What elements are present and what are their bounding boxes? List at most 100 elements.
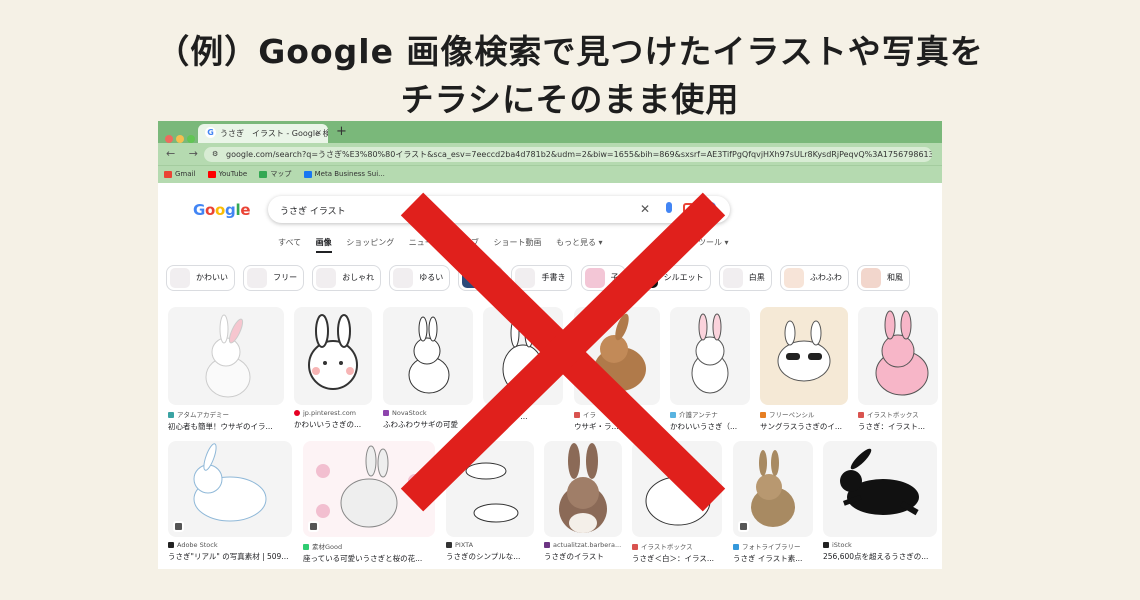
result-source[interactable]: PIXTA <box>446 541 534 549</box>
image-result[interactable]: 介護アンテナ かわいいうさぎ（... <box>670 307 750 432</box>
tab-short-videos[interactable]: ショート動画 <box>493 238 541 247</box>
chip-fluffy[interactable]: ふわふわ <box>779 265 849 291</box>
bookmark-gmail[interactable]: Gmail <box>164 170 195 178</box>
image-result[interactable]: NovaStock ふわふわウサギの可愛 <box>383 307 473 430</box>
chip-5[interactable]: い <box>458 265 504 291</box>
result-source[interactable]: iStock <box>823 541 937 549</box>
tab-images[interactable]: 画像 <box>315 238 332 253</box>
image-result[interactable]: iStock 256,600点を超えるうさぎの... <box>823 441 937 562</box>
result-caption[interactable]: うさぎ：イラスト... <box>858 421 938 432</box>
result-thumbnail[interactable] <box>760 307 848 405</box>
result-thumbnail[interactable] <box>670 307 750 405</box>
image-result[interactable]: イラストボックス うさぎ：イラスト... <box>858 307 938 432</box>
result-thumbnail[interactable] <box>632 441 722 537</box>
result-thumbnail[interactable] <box>574 307 660 405</box>
image-result[interactable]: PIXTA うさぎのシンプルな... <box>446 441 534 562</box>
result-source[interactable]: NovaStock <box>383 409 473 417</box>
image-result[interactable]: イラ ウサギ・ラ... <box>574 307 660 432</box>
chip-black-white[interactable]: 白黒 <box>718 265 772 291</box>
result-source[interactable]: 介護アンテナ <box>670 409 750 419</box>
result-caption[interactable]: うさぎのシンプルな... <box>446 551 534 562</box>
chip-loose[interactable]: ゆるい <box>389 265 451 291</box>
result-source[interactable]: フリーペンシル <box>760 409 848 419</box>
tab-web[interactable]: ウェブ <box>455 238 479 247</box>
search-input[interactable]: うさぎ イラスト ✕ <box>268 196 730 223</box>
result-thumbnail[interactable] <box>858 307 938 405</box>
source-favicon-icon <box>733 544 739 550</box>
bookmark-meta-business[interactable]: Meta Business Sui... <box>303 170 385 178</box>
google-lens-icon[interactable] <box>683 203 694 214</box>
tools-button[interactable]: ツール ▾ <box>698 237 729 248</box>
new-tab-button[interactable]: + <box>336 124 347 139</box>
result-source[interactable]: フォトライブラリー <box>733 541 813 551</box>
result-caption[interactable]: うさぎ＜白＞：イラス... <box>632 553 722 564</box>
bookmark-maps[interactable]: マップ <box>259 170 291 178</box>
result-thumbnail[interactable] <box>733 441 813 537</box>
result-caption[interactable]: かわいいうさぎの... <box>294 419 372 430</box>
bookmark-youtube[interactable]: YouTube <box>207 170 247 178</box>
result-thumbnail[interactable] <box>383 307 473 405</box>
chip-free[interactable]: フリー <box>243 265 305 291</box>
result-source[interactable]: イラ <box>574 409 660 419</box>
chip-7[interactable]: 子 <box>580 265 626 291</box>
chip-cute[interactable]: かわいい <box>166 265 235 291</box>
image-result[interactable]: イラストボックス うさぎ＜白＞：イラス... <box>632 441 722 564</box>
chip-silhouette[interactable]: シルエット <box>633 265 711 291</box>
result-caption[interactable]: のイラスト... <box>483 411 563 422</box>
result-thumbnail[interactable] <box>823 441 937 537</box>
image-result[interactable]: jp.pinterest.com かわいいうさぎの... <box>294 307 372 430</box>
result-thumbnail[interactable] <box>544 441 622 537</box>
result-thumbnail[interactable] <box>168 441 292 537</box>
result-source[interactable]: jp.pinterest.com <box>294 409 372 417</box>
search-icon[interactable] <box>706 202 716 212</box>
result-caption[interactable]: サングラスうさぎのイ... <box>760 421 848 432</box>
image-result[interactable]: のイラスト... <box>483 307 563 422</box>
result-thumbnail[interactable] <box>446 441 534 537</box>
tab-shopping[interactable]: ショッピング <box>346 238 394 247</box>
image-result[interactable]: Adobe Stock うさぎ"リアル" の写真素材 | 509... <box>168 441 292 562</box>
result-caption[interactable]: 座っている可愛いうさぎと桜の花... <box>303 553 435 564</box>
result-thumbnail[interactable] <box>294 307 372 405</box>
result-source[interactable]: イラストボックス <box>858 409 938 419</box>
result-caption[interactable]: 初心者も簡単！ウサギのイラ... <box>168 421 284 432</box>
chip-japanese-style[interactable]: 和風 <box>856 265 910 291</box>
tab-more[interactable]: もっと見る ▾ <box>556 238 603 247</box>
browser-tab[interactable]: G うさぎ イラスト - Google 検索 × <box>198 124 328 143</box>
result-source[interactable]: actualitzat.barbera... <box>544 541 622 549</box>
result-caption[interactable]: かわいいうさぎ（... <box>670 421 750 432</box>
maximize-window-icon[interactable] <box>187 135 195 143</box>
chip-handwritten[interactable]: 手書き <box>511 265 573 291</box>
minimize-window-icon[interactable] <box>176 135 184 143</box>
image-result[interactable]: 素材Good 座っている可愛いうさぎと桜の花... <box>303 441 435 564</box>
tab-news[interactable]: ニュース <box>409 238 441 247</box>
result-source[interactable]: イラストボックス <box>632 541 722 551</box>
rabbit-illustration <box>205 314 251 398</box>
result-source[interactable]: Adobe Stock <box>168 541 292 549</box>
chip-thumbnail <box>316 267 337 288</box>
rabbit-illustration <box>193 443 267 522</box>
google-logo[interactable]: Google <box>193 201 250 219</box>
address-bar[interactable]: ⚙ google.com/search?q=うさぎ%E3%80%80イラスト&s… <box>204 147 932 162</box>
tab-close-icon[interactable]: × <box>315 128 322 137</box>
microphone-icon[interactable] <box>666 202 672 213</box>
clear-search-icon[interactable]: ✕ <box>640 202 650 216</box>
result-thumbnail[interactable] <box>168 307 284 405</box>
chip-stylish[interactable]: おしゃれ <box>312 265 382 291</box>
result-caption[interactable]: ふわふわウサギの可愛 <box>383 419 473 430</box>
result-caption[interactable]: うさぎのイラスト <box>544 551 622 562</box>
result-source[interactable]: 素材Good <box>303 541 435 551</box>
image-result[interactable]: アタムアカデミー 初心者も簡単！ウサギのイラ... <box>168 307 284 432</box>
image-result[interactable]: フリーペンシル サングラスうさぎのイ... <box>760 307 848 432</box>
result-thumbnail[interactable] <box>303 441 435 537</box>
image-result[interactable]: actualitzat.barbera... うさぎのイラスト <box>544 441 622 562</box>
result-caption[interactable]: うさぎ イラスト素... <box>733 553 813 564</box>
close-window-icon[interactable] <box>165 135 173 143</box>
result-thumbnail[interactable] <box>483 307 563 405</box>
result-source[interactable]: アタムアカデミー <box>168 409 284 419</box>
result-caption[interactable]: 256,600点を超えるうさぎの... <box>823 551 937 562</box>
result-caption[interactable]: ウサギ・ラ... <box>574 421 660 432</box>
site-info-icon[interactable]: ⚙ <box>212 150 218 158</box>
image-result[interactable]: フォトライブラリー うさぎ イラスト素... <box>733 441 813 564</box>
result-caption[interactable]: うさぎ"リアル" の写真素材 | 509... <box>168 551 292 562</box>
tab-all[interactable]: すべて <box>278 238 301 247</box>
